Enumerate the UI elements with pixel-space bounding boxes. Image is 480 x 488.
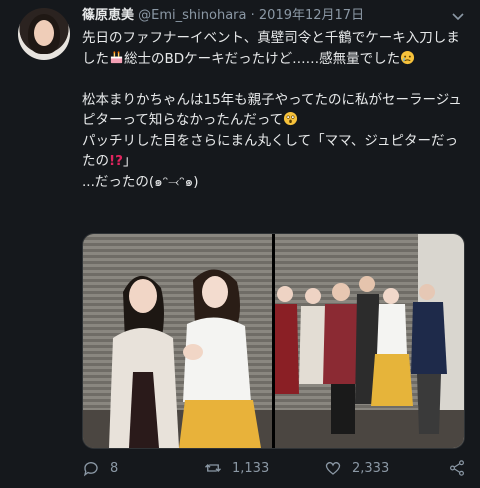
astonished-face-icon	[284, 111, 298, 126]
photo-left[interactable]	[83, 234, 272, 448]
retweet-count: 1,133	[232, 460, 270, 476]
tweet-line2: 松本まりかちゃんは15年も親子やってたのに私がセーラージュピターって知らなかった…	[82, 91, 462, 129]
tweet-line1b: 総士のBDケーキだったけど……感無量でした	[124, 50, 401, 67]
photo-people-left	[109, 269, 261, 448]
cake-icon	[110, 50, 123, 63]
tweet-header: 篠原恵美 @Emi_shinohara · 2019年12月17日	[82, 7, 440, 25]
photo-people-right	[275, 276, 447, 434]
interrobang-emoji: !?	[109, 153, 123, 169]
author-avatar[interactable]	[18, 8, 70, 60]
crying-face-icon	[401, 50, 415, 64]
reply-icon	[83, 462, 98, 477]
tweet-line3: パッチリした目をさらにまん丸くして「ママ、ジュピターだったの	[82, 132, 458, 170]
photo-right[interactable]	[275, 234, 464, 448]
reply-button[interactable]: 8	[82, 459, 172, 477]
like-count: 2,333	[352, 460, 390, 476]
tweet-body: 先日のファフナーイベント、真壁司令と千鶴でケーキ入刀しました 総士のBDケーキだっ…	[82, 28, 467, 192]
avatar-face	[34, 20, 54, 46]
heart-icon	[325, 461, 341, 475]
tweet-line3b: 」	[123, 153, 137, 169]
tweet-line4: ...だったの(๑ᵔ⤙ᵔ๑)	[82, 173, 199, 190]
tweet-date[interactable]: 2019年12月17日	[259, 8, 364, 23]
reply-count: 8	[110, 460, 119, 476]
retweet-icon	[205, 464, 221, 472]
share-button[interactable]	[448, 459, 466, 477]
chevron-down-icon[interactable]	[452, 10, 464, 22]
separator-dot: ·	[250, 8, 255, 23]
author-handle[interactable]: @Emi_shinohara	[138, 8, 246, 23]
like-button[interactable]: 2,333	[324, 459, 436, 477]
tweet-actions: 8 1,133 2,333	[82, 456, 466, 480]
share-icon	[450, 460, 464, 476]
retweet-button[interactable]: 1,133	[204, 459, 318, 477]
tweet-media[interactable]	[82, 233, 465, 449]
author-name[interactable]: 篠原恵美	[82, 8, 134, 23]
